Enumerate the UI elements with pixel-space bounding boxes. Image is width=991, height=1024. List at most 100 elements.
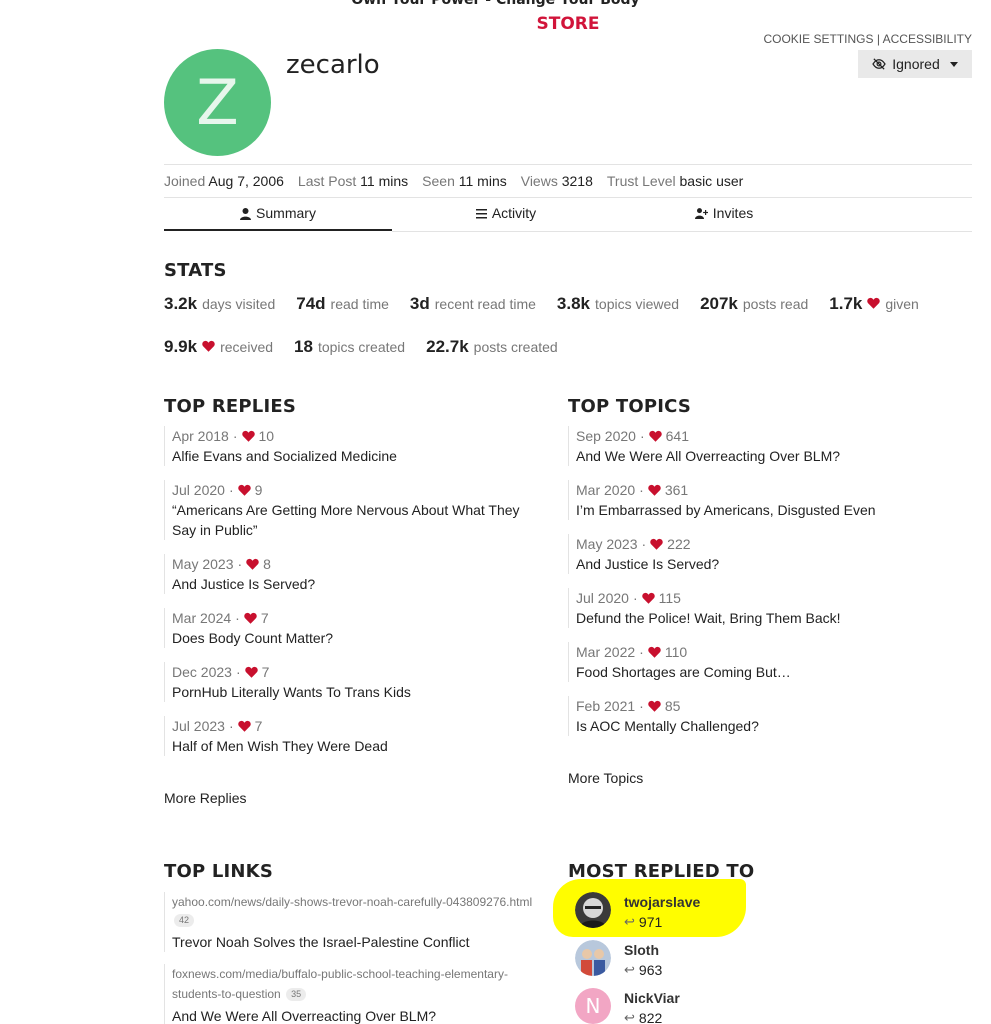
cookie-settings-link[interactable]: COOKIE SETTINGS — [763, 32, 873, 46]
item-date: Mar 2024 — [172, 610, 232, 626]
item-title[interactable]: Defund the Police! Wait, Bring Them Back… — [576, 608, 948, 628]
ignored-dropdown-button[interactable]: Ignored — [858, 50, 972, 78]
link-topic-title[interactable]: And We Were All Overreacting Over BLM? — [172, 1006, 536, 1024]
list-item[interactable]: May 2023 · 8 And Justice Is Served? — [164, 554, 544, 594]
item-title[interactable]: And Justice Is Served? — [576, 554, 948, 574]
top-replies-list: Apr 2018 · 10 Alfie Evans and Socialized Me… — [164, 426, 544, 770]
click-count-badge: 35 — [286, 988, 307, 1002]
heart-icon — [244, 666, 258, 678]
list-item[interactable]: Jul 2023 · 7 Half of Men Wish They Were Dea… — [164, 716, 544, 756]
item-title[interactable]: And Justice Is Served? — [172, 574, 544, 594]
user-item-sloth[interactable]: Sloth ↩ 963 — [575, 940, 662, 980]
dot-separator: · — [235, 664, 241, 680]
item-meta: May 2023 · 8 — [172, 554, 544, 574]
caret-down-icon — [949, 61, 958, 67]
user-meta: Joined Aug 7, 2006 Last Post 11 mins See… — [164, 173, 743, 189]
stat-label: days visited — [202, 296, 276, 312]
item-title[interactable]: Alfie Evans and Socialized Medicine — [172, 446, 544, 466]
list-item[interactable]: Apr 2018 · 10 Alfie Evans and Socialized Me… — [164, 426, 544, 466]
list-item[interactable]: May 2023 · 222 And Justice Is Served? — [568, 534, 948, 574]
stat-num: 3.2k — [164, 294, 198, 313]
list-item[interactable]: Jul 2020 · 9 “Americans Are Getting More Ne… — [164, 480, 544, 540]
item-title[interactable]: Half of Men Wish They Were Dead — [172, 736, 544, 756]
heart-icon — [867, 297, 881, 309]
stat-num: 207k — [700, 294, 738, 313]
list-item[interactable]: Mar 2020 · 361 I’m Embarrassed by Americans… — [568, 480, 948, 520]
link-url[interactable]: yahoo.com/news/daily-shows-trevor-noah-c… — [172, 892, 536, 912]
dot-separator: · — [632, 590, 638, 606]
user-name[interactable]: twojarslave — [624, 892, 700, 912]
item-meta: Jul 2023 · 7 — [172, 716, 544, 736]
stat-label: topics viewed — [595, 296, 680, 312]
user-name[interactable]: NickViar — [624, 988, 680, 1008]
item-title[interactable]: Does Body Count Matter? — [172, 628, 544, 648]
store-link[interactable]: STORE — [0, 14, 991, 34]
top-links-heading: TOP LINKS — [164, 861, 273, 882]
stat-likes-given: 1.7k given — [829, 294, 919, 314]
stat-likes-received: 9.9k received — [164, 337, 273, 357]
list-icon — [475, 209, 487, 219]
tab-summary-label: Summary — [256, 205, 316, 221]
stat-num: 74d — [296, 294, 326, 313]
divider — [164, 164, 972, 165]
more-topics-link[interactable]: More Topics — [568, 770, 643, 786]
user-item-nickviar[interactable]: N NickViar ↩ 822 — [575, 988, 680, 1024]
reply-icon: ↩ — [624, 914, 635, 929]
dot-separator: · — [232, 428, 238, 444]
item-title[interactable]: PornHub Literally Wants To Trans Kids — [172, 682, 544, 702]
stats-heading: STATS — [164, 260, 227, 281]
tab-invites[interactable]: Invites — [620, 205, 828, 231]
item-meta: Mar 2020 · 361 — [576, 480, 948, 500]
list-item[interactable]: Mar 2022 · 110 Food Shortages are Coming Bu… — [568, 642, 948, 682]
list-item[interactable]: Mar 2024 · 7 Does Body Count Matter? — [164, 608, 544, 648]
tab-invites-label: Invites — [712, 205, 754, 221]
stat-num: 18 — [294, 337, 313, 356]
user-item-twojarslave[interactable]: twojarslave ↩ 971 — [575, 892, 700, 932]
item-title[interactable]: Food Shortages are Coming But… — [576, 662, 948, 682]
item-likes: 7 — [261, 664, 270, 680]
item-date: Jul 2023 — [172, 718, 225, 734]
accessibility-link[interactable]: ACCESSIBILITY — [883, 32, 972, 46]
tab-activity[interactable]: Activity — [392, 205, 620, 231]
stat-days-visited: 3.2k days visited — [164, 294, 275, 314]
seen-value: 11 mins — [458, 173, 507, 189]
link-topic-title[interactable]: Trevor Noah Solves the Israel-Palestine … — [172, 932, 536, 952]
more-replies-link[interactable]: More Replies — [164, 790, 246, 806]
item-meta: Jul 2020 · 9 — [172, 480, 544, 500]
user-name[interactable]: Sloth — [624, 940, 662, 960]
item-meta: Mar 2024 · 7 — [172, 608, 544, 628]
stat-label: posts created — [473, 339, 558, 355]
stats-row-2: 9.9k received 18 topics created 22.7k posts… — [164, 337, 579, 357]
list-item[interactable]: Feb 2021 · 85 Is AOC Mentally Challenged? — [568, 696, 948, 736]
stat-topics-viewed: 3.8k topics viewed — [557, 294, 679, 314]
views-label: Views — [520, 173, 558, 189]
dot-separator: · — [639, 428, 645, 444]
top-topics-heading: TOP TOPICS — [568, 396, 692, 417]
item-title[interactable]: I’m Embarrassed by Americans, Disgusted … — [576, 500, 948, 520]
last-post-value: 11 mins — [360, 173, 409, 189]
list-item[interactable]: Jul 2020 · 115 Defund the Police! Wait, Bri… — [568, 588, 948, 628]
top-replies-heading: TOP REPLIES — [164, 396, 297, 417]
list-item: yahoo.com/news/daily-shows-trevor-noah-c… — [164, 892, 536, 952]
separator: | — [876, 32, 880, 46]
list-item[interactable]: Dec 2023 · 7 PornHub Literally Wants To Tra… — [164, 662, 544, 702]
seen-label: Seen — [422, 173, 455, 189]
item-meta: Sep 2020 · 641 — [576, 426, 948, 446]
joined-value: Aug 7, 2006 — [208, 173, 284, 189]
item-title[interactable]: And We Were All Overreacting Over BLM? — [576, 446, 948, 466]
stat-num: 9.9k — [164, 337, 198, 356]
stat-label: posts read — [742, 296, 809, 312]
site-banner: Own Your Power - Change Your Body — [351, 0, 640, 8]
avatar: Z — [164, 49, 271, 156]
dot-separator: · — [639, 644, 644, 660]
stat-posts-read: 207k posts read — [700, 294, 808, 314]
list-item[interactable]: Sep 2020 · 641 And We Were All Overreacting… — [568, 426, 948, 466]
item-title[interactable]: Is AOC Mentally Challenged? — [576, 716, 948, 736]
heart-icon — [648, 700, 661, 712]
item-title[interactable]: “Americans Are Getting More Nervous Abou… — [172, 500, 544, 540]
stat-num: 1.7k — [829, 294, 863, 313]
dot-separator: · — [235, 610, 240, 626]
link-url[interactable]: foxnews.com/media/buffalo-public-school-… — [172, 964, 536, 1004]
tab-summary[interactable]: Summary — [164, 205, 392, 231]
heart-icon — [246, 558, 259, 570]
